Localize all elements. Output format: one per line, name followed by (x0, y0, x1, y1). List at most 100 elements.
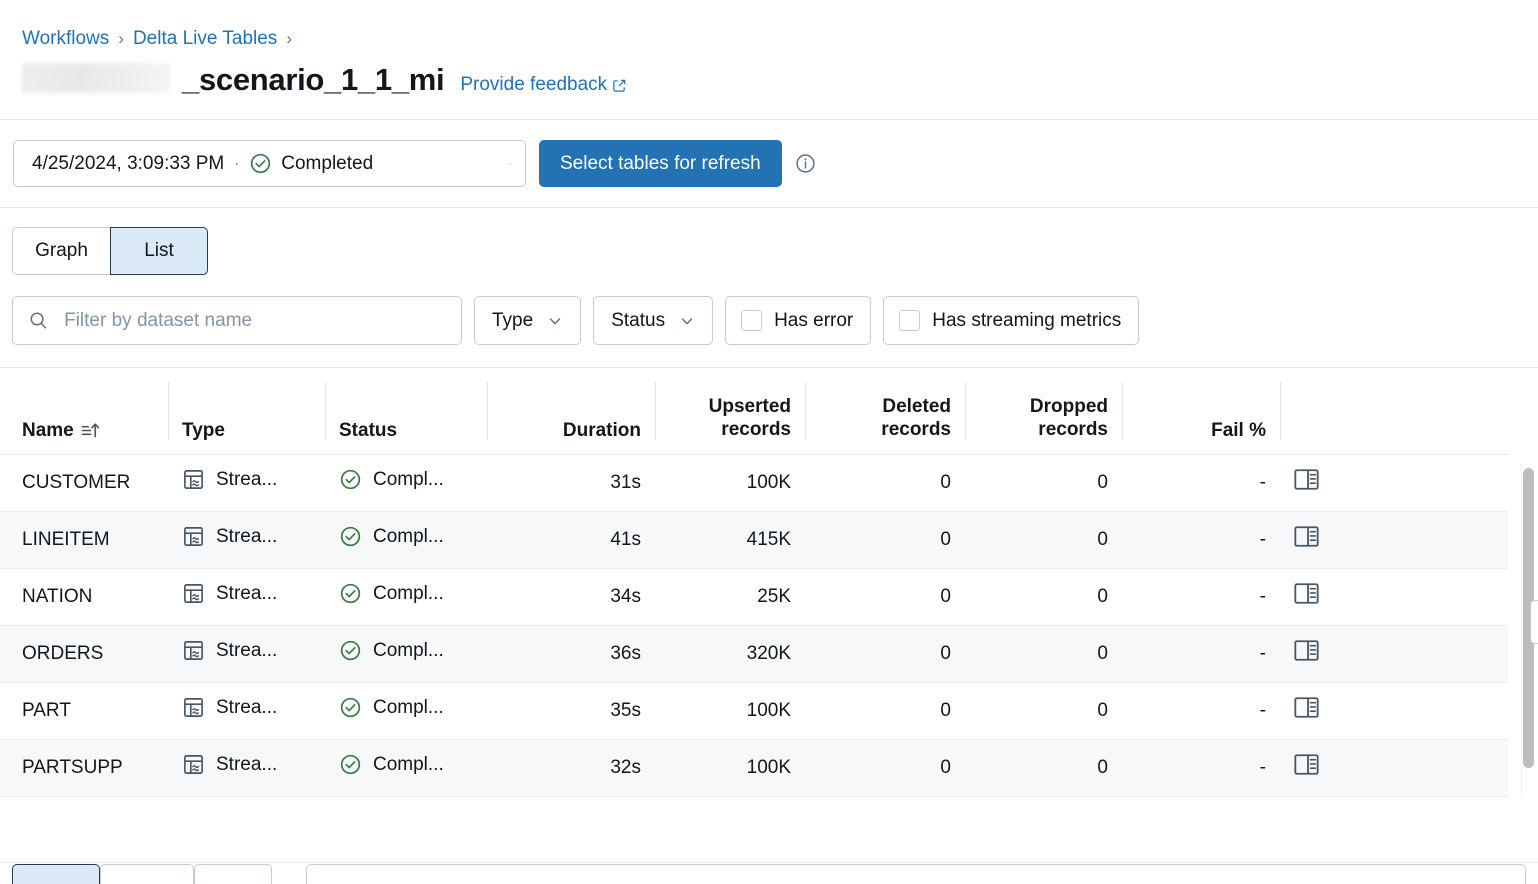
has-streaming-metrics-filter[interactable]: Has streaming metrics (883, 296, 1139, 345)
search-box[interactable] (12, 296, 462, 345)
type-filter-dropdown[interactable]: Type (474, 296, 581, 345)
cell-status: Compl... (325, 454, 487, 511)
cell-actions[interactable] (1280, 682, 1508, 739)
status-filter-dropdown[interactable]: Status (593, 296, 713, 345)
cell-dropped-records: 0 (965, 625, 1122, 682)
column-header-upserted-records[interactable]: Upserted records (655, 368, 805, 454)
cell-dropped-records: 0 (965, 568, 1122, 625)
cell-dropped-records: 0 (965, 739, 1122, 796)
column-header-deleted-line2: records (819, 418, 951, 441)
page-title-row: _scenario_1_1_mi Provide feedback (0, 50, 1538, 98)
redacted-name-prefix (22, 63, 170, 93)
column-header-duration[interactable]: Duration (487, 368, 655, 454)
cell-type-label: Strea... (216, 469, 277, 491)
page-title: _scenario_1_1_mi (182, 62, 444, 98)
table-row[interactable]: ORDERS Strea... Compl...36s320K00- (0, 625, 1508, 682)
row-detail-button[interactable] (1294, 759, 1319, 780)
datasets-table: Name Type Status Duration Upserted (0, 368, 1508, 797)
table-header: Name Type Status Duration Upserted (0, 368, 1508, 454)
cell-actions[interactable] (1280, 454, 1508, 511)
chevron-down-icon (496, 156, 512, 172)
cell-upserted-records: 25K (655, 568, 805, 625)
side-panel-icon (1294, 526, 1319, 547)
cell-duration: 35s (487, 682, 655, 739)
cell-deleted-records: 0 (805, 511, 965, 568)
cell-type-label: Strea... (216, 526, 277, 548)
cell-duration: 34s (487, 568, 655, 625)
cell-duration: 32s (487, 739, 655, 796)
cell-name: PARTSUPP (0, 739, 168, 796)
table-row[interactable]: PARTSUPP Strea... Compl...32s100K00- (0, 739, 1508, 796)
cell-type: Strea... (168, 568, 325, 625)
table-header-row: Name Type Status Duration Upserted (0, 368, 1508, 454)
cell-actions[interactable] (1280, 625, 1508, 682)
column-header-fail-percent[interactable]: Fail % (1122, 368, 1280, 454)
dlt-pipeline-page: Workflows › Delta Live Tables › _scenari… (0, 0, 1538, 884)
search-icon (28, 309, 49, 332)
cell-status-label: Compl... (373, 583, 444, 605)
cell-deleted-records: 0 (805, 739, 965, 796)
cell-actions[interactable] (1280, 739, 1508, 796)
cell-fail-percent: - (1122, 511, 1280, 568)
cell-upserted-records: 320K (655, 625, 805, 682)
cell-fail-percent: - (1122, 454, 1280, 511)
breadcrumb-item-delta-live-tables[interactable]: Delta Live Tables (133, 28, 277, 50)
provide-feedback-link[interactable]: Provide feedback (460, 74, 627, 96)
row-detail-button[interactable] (1294, 702, 1319, 723)
cell-fail-percent: - (1122, 739, 1280, 796)
tab-graph[interactable]: Graph (12, 227, 110, 275)
row-detail-button[interactable] (1294, 531, 1319, 552)
streaming-table-icon (182, 525, 205, 548)
table-row[interactable]: PART Strea... Compl...35s100K00- (0, 682, 1508, 739)
breadcrumb-item-workflows[interactable]: Workflows (22, 28, 109, 50)
row-detail-button[interactable] (1294, 588, 1319, 609)
table-row[interactable]: LINEITEM Strea... Compl...41s415K00- (0, 511, 1508, 568)
has-error-checkbox[interactable] (741, 310, 762, 331)
bottom-panel-content (306, 864, 1526, 884)
edge-side-button[interactable] (1530, 600, 1538, 644)
row-detail-button[interactable] (1294, 474, 1319, 495)
column-header-dropped-records[interactable]: Dropped records (965, 368, 1122, 454)
has-error-filter[interactable]: Has error (725, 296, 871, 345)
cell-name: PART (0, 682, 168, 739)
streaming-table-icon (182, 753, 205, 776)
cell-actions[interactable] (1280, 511, 1508, 568)
breadcrumb-separator-icon-2: › (286, 29, 292, 49)
check-circle-icon (339, 525, 362, 548)
datasets-table-container: Name Type Status Duration Upserted (0, 367, 1538, 807)
bottom-panel-tab-2[interactable] (100, 864, 194, 884)
table-row[interactable]: CUSTOMER Strea... Compl...31s100K00- (0, 454, 1508, 511)
tab-list[interactable]: List (110, 227, 208, 275)
info-circle-icon[interactable] (795, 153, 816, 174)
cell-status: Compl... (325, 625, 487, 682)
view-mode-tabs: Graph List (0, 208, 1538, 275)
cell-fail-percent: - (1122, 625, 1280, 682)
cell-dropped-records: 0 (965, 682, 1122, 739)
table-row[interactable]: NATION Strea... Compl...34s25K00- (0, 568, 1508, 625)
has-streaming-metrics-checkbox[interactable] (899, 310, 920, 331)
side-panel-icon (1294, 754, 1319, 775)
select-tables-for-refresh-button[interactable]: Select tables for refresh (539, 140, 782, 187)
column-header-upserted-line2: records (669, 418, 791, 441)
external-link-icon (612, 78, 627, 93)
cell-type: Strea... (168, 454, 325, 511)
column-header-deleted-records[interactable]: Deleted records (805, 368, 965, 454)
column-header-status[interactable]: Status (325, 368, 487, 454)
cell-status: Compl... (325, 739, 487, 796)
bottom-panel-tab-1[interactable] (12, 864, 100, 884)
bottom-panel-tab-3[interactable] (194, 864, 272, 884)
cell-type: Strea... (168, 511, 325, 568)
row-detail-button[interactable] (1294, 645, 1319, 666)
streaming-table-icon (182, 468, 205, 491)
cell-name: LINEITEM (0, 511, 168, 568)
run-selector-dropdown[interactable]: 4/25/2024, 3:09:33 PM · Completed (13, 140, 526, 187)
cell-deleted-records: 0 (805, 682, 965, 739)
cell-actions[interactable] (1280, 568, 1508, 625)
column-header-name[interactable]: Name (0, 368, 168, 454)
column-header-actions (1280, 368, 1508, 454)
cell-type: Strea... (168, 682, 325, 739)
search-input[interactable] (62, 309, 446, 333)
run-timestamp: 4/25/2024, 3:09:33 PM (32, 153, 224, 175)
column-header-type[interactable]: Type (168, 368, 325, 454)
check-circle-icon (249, 152, 272, 175)
